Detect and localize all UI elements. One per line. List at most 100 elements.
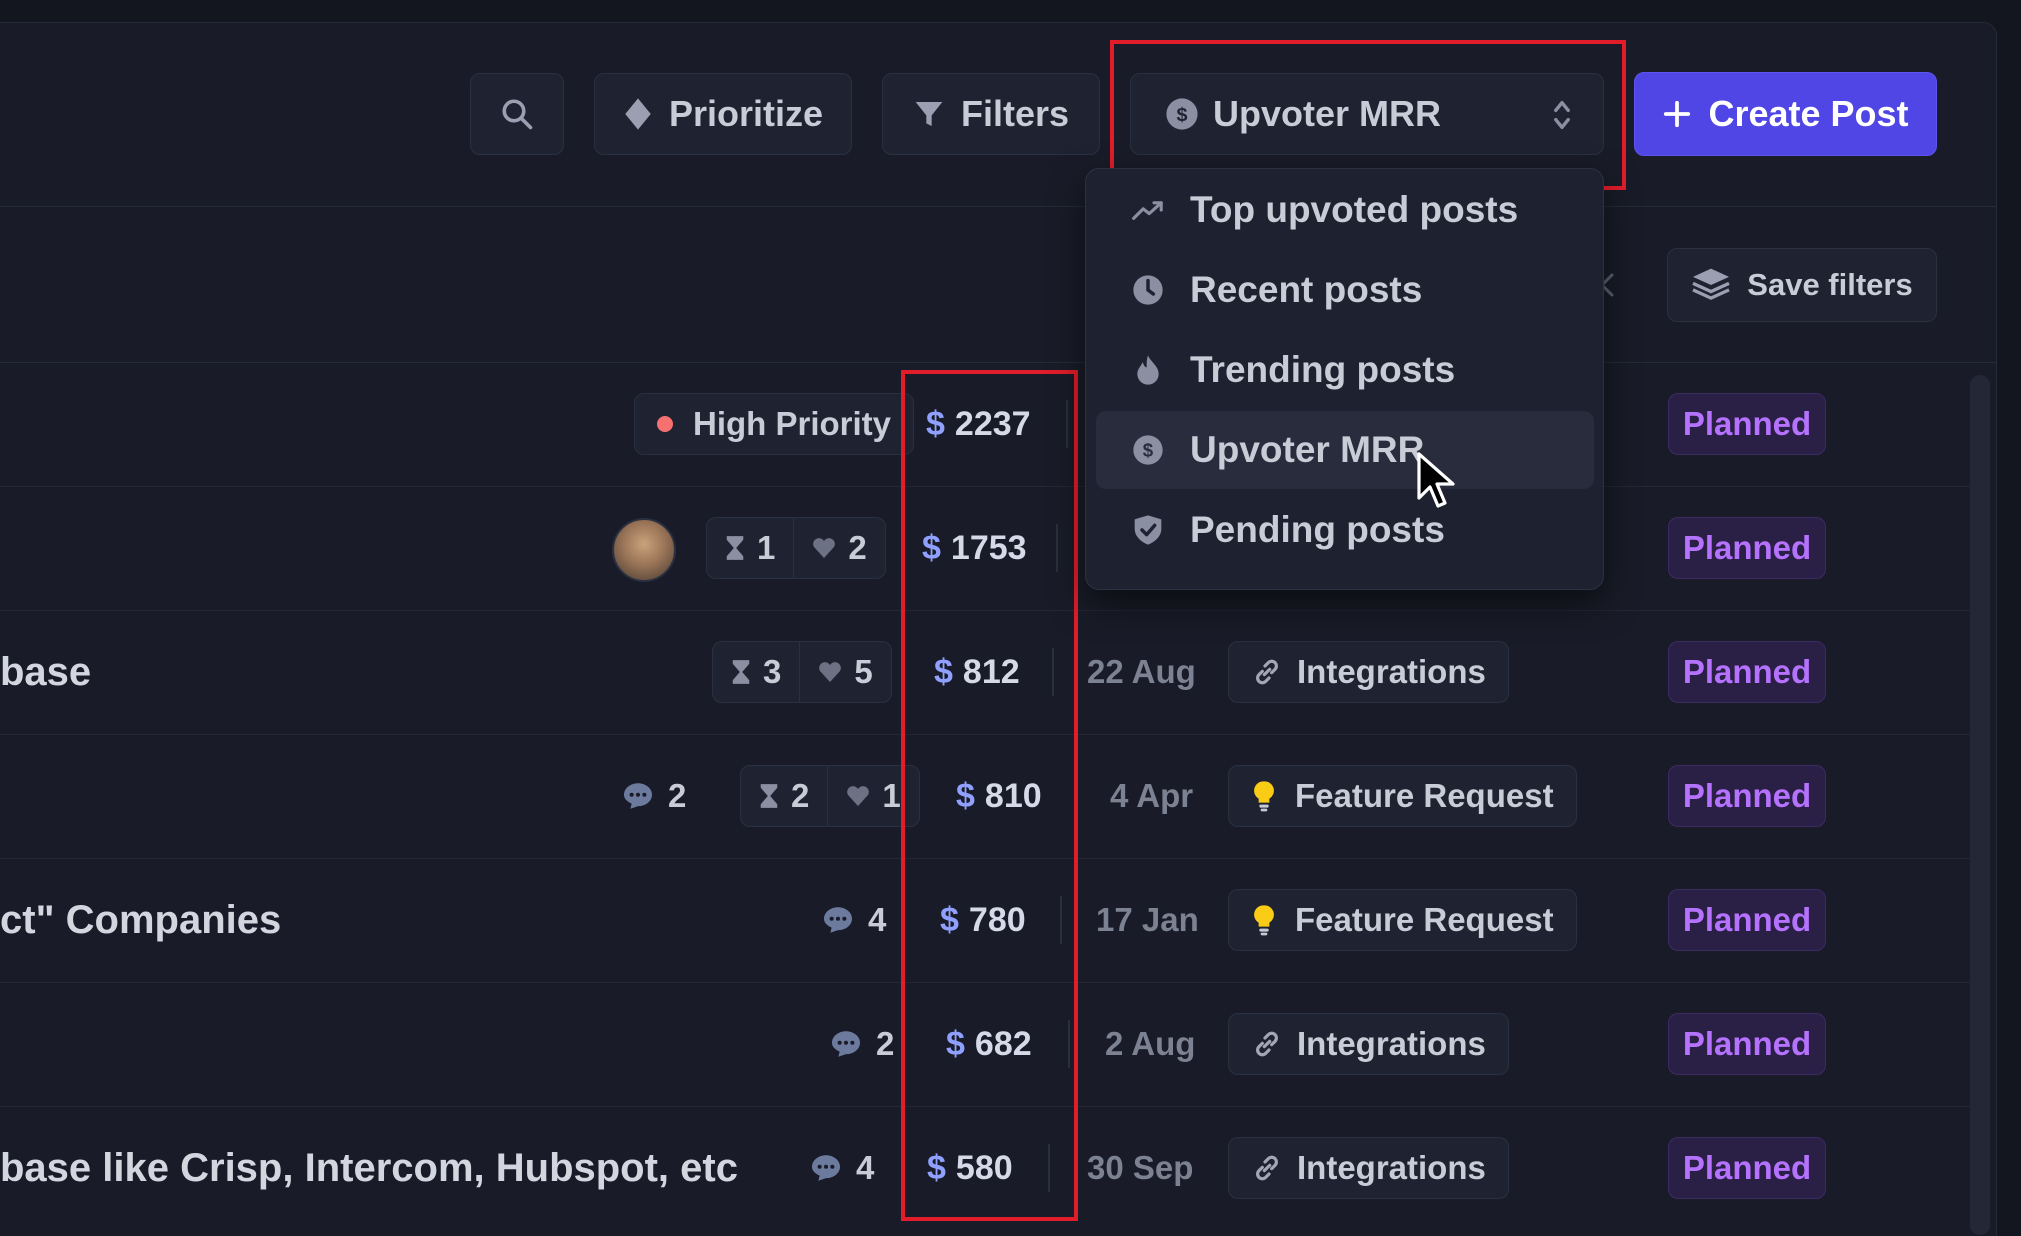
comment-icon [822, 906, 854, 934]
currency-symbol: $ [940, 900, 959, 939]
stat-value: 1 [882, 777, 901, 814]
menu-item-label: Pending posts [1190, 509, 1445, 550]
save-filters-button[interactable]: Save filters [1667, 248, 1937, 322]
currency-symbol: $ [922, 528, 941, 567]
status-badge[interactable]: Planned [1668, 393, 1826, 455]
post-row[interactable]: 1 2 $1753 Planned [0, 486, 1970, 610]
status-badge[interactable]: Planned [1668, 1013, 1826, 1075]
post-title: base [0, 649, 92, 694]
heart-icon [819, 662, 842, 682]
currency-symbol: $ [934, 652, 953, 691]
post-date: 22 Aug [1087, 653, 1196, 690]
comment-value: 2 [876, 1025, 895, 1062]
stat-value: 2 [791, 777, 810, 814]
category-tag[interactable]: Integrations [1228, 641, 1509, 703]
svg-text:$: $ [1176, 104, 1187, 126]
link-icon [1256, 1031, 1278, 1057]
category-label: Integrations [1297, 1149, 1486, 1186]
comment-value: 4 [856, 1149, 875, 1186]
mrr-value: $682 [946, 982, 1032, 1106]
trending-up-icon [1130, 198, 1166, 222]
diamond-icon [623, 97, 653, 131]
mrr-value: $780 [940, 858, 1026, 982]
heart-stat: 2 [793, 518, 884, 578]
column-separator [1066, 400, 1068, 448]
category-tag[interactable]: Feature Request [1228, 765, 1577, 827]
sort-select[interactable]: $ Upvoter MRR [1130, 73, 1604, 155]
sort-selected-label: Upvoter MRR [1213, 93, 1442, 134]
currency-symbol: $ [946, 1024, 965, 1063]
shield-check-icon [1130, 514, 1166, 546]
filters-button[interactable]: Filters [882, 73, 1100, 155]
mrr-amount: 780 [968, 900, 1026, 939]
plus-icon [1662, 99, 1692, 129]
prioritize-label: Prioritize [668, 93, 824, 134]
menu-item-label: Top upvoted posts [1190, 189, 1519, 230]
comment-icon [622, 782, 654, 810]
post-row[interactable]: ct" Companies 4 $780 17 Jan Feature Requ… [0, 858, 1970, 982]
column-separator [1056, 524, 1058, 572]
stat-value: 3 [763, 653, 782, 690]
funnel-icon [913, 98, 945, 130]
heart-icon [847, 786, 870, 806]
toolbar-divider [0, 206, 1996, 207]
post-row[interactable]: base like Crisp, Intercom, Hubspot, etc … [0, 1106, 1970, 1230]
post-row[interactable]: 2 2 1 $810 4 Apr Feature Request Planned [0, 734, 1970, 858]
post-row[interactable]: 2 $682 2 Aug Integrations Planned [0, 982, 1970, 1106]
column-separator [1052, 648, 1054, 696]
comment-count: 2 [622, 734, 686, 858]
status-badge[interactable]: Planned [1668, 641, 1826, 703]
menu-item-label: Recent posts [1190, 269, 1423, 310]
mrr-amount: 812 [962, 652, 1020, 691]
category-tag[interactable]: Integrations [1228, 1013, 1509, 1075]
menu-item-top-upvoted[interactable]: Top upvoted posts [1096, 171, 1594, 249]
save-filters-label: Save filters [1747, 267, 1913, 302]
hourglass-icon [760, 784, 778, 808]
mrr-value: $580 [927, 1106, 1013, 1230]
scrollbar[interactable] [1970, 375, 1990, 1235]
heart-icon [813, 538, 836, 558]
link-icon [1256, 1155, 1278, 1181]
category-label: Integrations [1297, 1025, 1486, 1062]
mrr-value: $812 [934, 610, 1020, 734]
prioritize-button[interactable]: Prioritize [594, 73, 852, 155]
category-label: Feature Request [1295, 777, 1554, 814]
menu-item-trending[interactable]: Trending posts [1096, 331, 1594, 409]
stat-value: 1 [757, 529, 776, 566]
comment-value: 4 [868, 901, 887, 938]
status-badge[interactable]: Planned [1668, 889, 1826, 951]
search-button[interactable] [470, 73, 564, 155]
category-tag[interactable]: Feature Request [1228, 889, 1577, 951]
category-label: Integrations [1297, 653, 1486, 690]
status-badge[interactable]: Planned [1668, 765, 1826, 827]
menu-item-upvoter-mrr[interactable]: $ Upvoter MRR [1096, 411, 1594, 489]
menu-item-label: Upvoter MRR [1190, 429, 1425, 470]
chevron-updown-icon [1551, 98, 1573, 141]
fire-icon [1130, 354, 1166, 386]
status-label: Planned [1682, 405, 1812, 442]
currency-symbol: $ [926, 404, 945, 443]
hourglass-stat: 2 [741, 766, 827, 826]
status-badge[interactable]: Planned [1668, 1137, 1826, 1199]
dollar-circle-icon: $ [1130, 434, 1166, 466]
status-badge[interactable]: Planned [1668, 517, 1826, 579]
menu-item-pending[interactable]: Pending posts [1096, 491, 1594, 569]
create-post-label: Create Post [1708, 93, 1909, 134]
post-row[interactable]: base 3 5 $812 22 Aug Integrations Planne… [0, 610, 1970, 734]
link-icon [1256, 659, 1278, 685]
lightbulb-icon [1254, 781, 1274, 812]
vote-stats: 3 5 [712, 641, 892, 703]
stat-value: 5 [854, 653, 873, 690]
status-label: Planned [1682, 529, 1812, 566]
post-row[interactable]: High Priority $2237 Planned [0, 362, 1970, 486]
menu-item-recent[interactable]: Recent posts [1096, 251, 1594, 329]
comment-count: 2 [830, 982, 894, 1106]
mrr-amount: 2237 [954, 404, 1031, 443]
category-tag[interactable]: Integrations [1228, 1137, 1509, 1199]
column-separator [1068, 1020, 1070, 1068]
vote-stats: 2 1 [740, 765, 920, 827]
priority-label: High Priority [693, 405, 892, 442]
create-post-button[interactable]: Create Post [1634, 72, 1937, 156]
avatar [612, 518, 676, 582]
hourglass-stat: 1 [707, 518, 793, 578]
